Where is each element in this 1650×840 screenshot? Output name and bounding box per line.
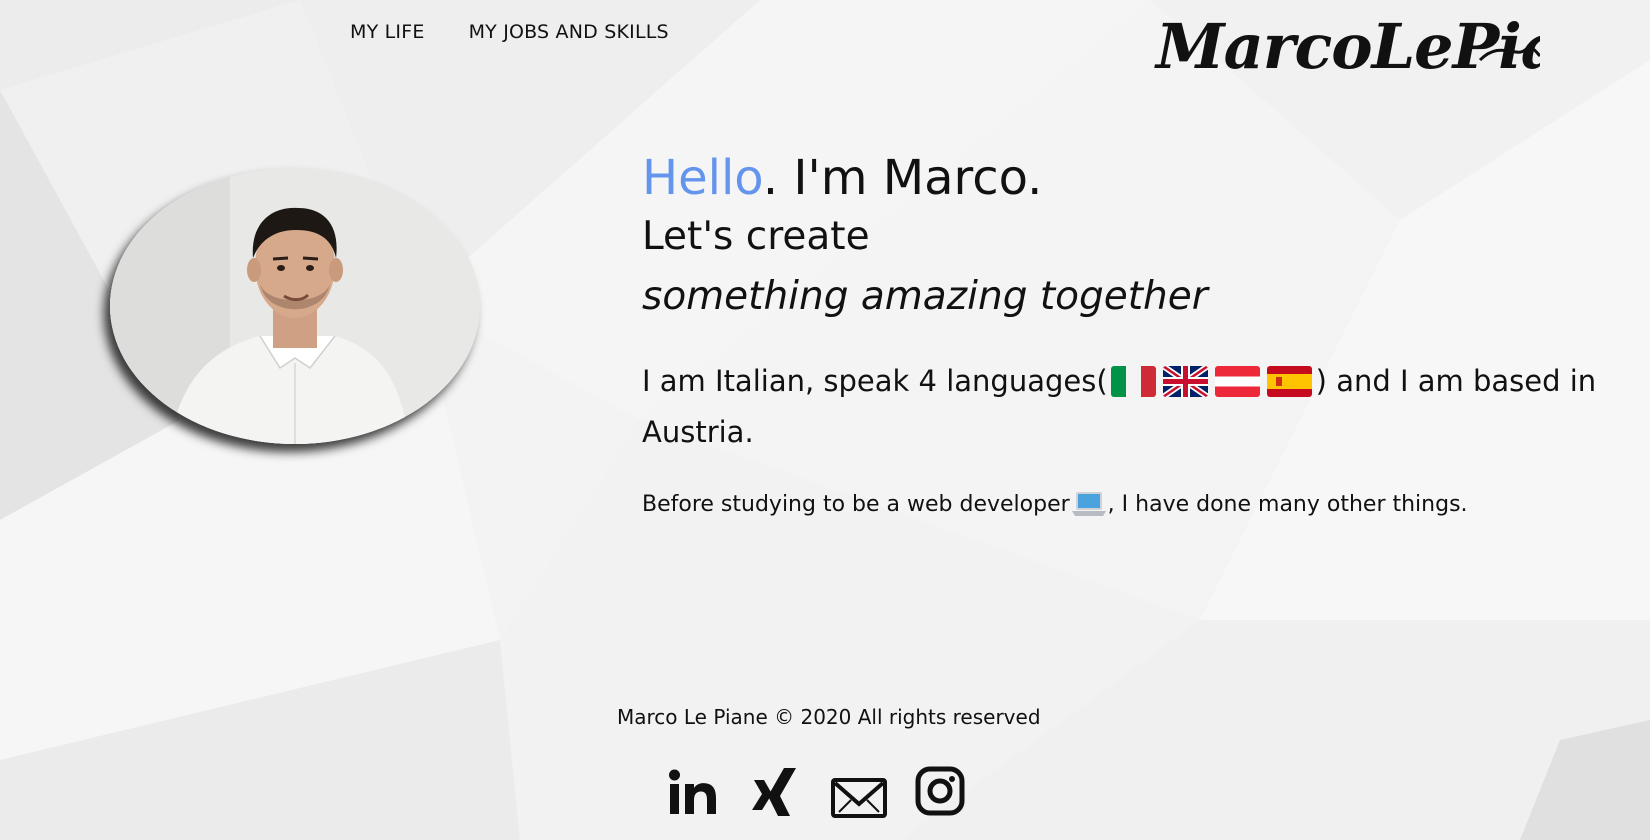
italy-flag-icon bbox=[1110, 366, 1156, 397]
mail-icon[interactable] bbox=[830, 766, 888, 822]
xing-icon[interactable] bbox=[748, 766, 806, 822]
hero-greeting: Hello. I'm Marco. bbox=[642, 148, 1622, 208]
before-text-b: , I have done many other things. bbox=[1107, 492, 1468, 517]
copyright-text: Marco Le Piane © 2020 All rights reserve… bbox=[617, 705, 1041, 729]
spain-flag-icon bbox=[1266, 366, 1312, 397]
hero-section: Hello. I'm Marco. Let's create something… bbox=[642, 148, 1622, 521]
nav-item-my-jobs-and-skills[interactable]: MY JOBS AND SKILLS bbox=[469, 18, 669, 46]
before-text-a: Before studying to be a web developer bbox=[642, 492, 1070, 517]
hero-line-amazing: something amazing together bbox=[642, 274, 1208, 319]
linkedin-icon[interactable] bbox=[666, 766, 724, 822]
main-nav: MY LIFE MY JOBS AND SKILLS bbox=[350, 18, 713, 46]
site-logo[interactable]: MarcoLePiane bbox=[1150, 0, 1643, 90]
hello-rest: . I'm Marco. bbox=[762, 150, 1043, 206]
austria-flag-icon bbox=[1214, 366, 1260, 397]
languages-text-before: I am Italian, speak 4 languages( bbox=[642, 364, 1108, 398]
profile-photo bbox=[110, 168, 480, 444]
nav-item-my-life[interactable]: MY LIFE bbox=[350, 18, 425, 46]
hero-line-create: Let's create bbox=[642, 214, 870, 259]
social-links bbox=[666, 766, 994, 822]
background-paragraph: Before studying to be a web developer , I… bbox=[642, 488, 1622, 521]
languages-paragraph: I am Italian, speak 4 languages() and I … bbox=[642, 356, 1622, 458]
instagram-icon[interactable] bbox=[912, 766, 970, 822]
hello-accent: Hello bbox=[642, 150, 763, 206]
svg-text:MarcoLePiane: MarcoLePiane bbox=[1154, 10, 1540, 83]
uk-flag-icon bbox=[1162, 366, 1208, 397]
laptop-icon bbox=[1071, 488, 1106, 518]
